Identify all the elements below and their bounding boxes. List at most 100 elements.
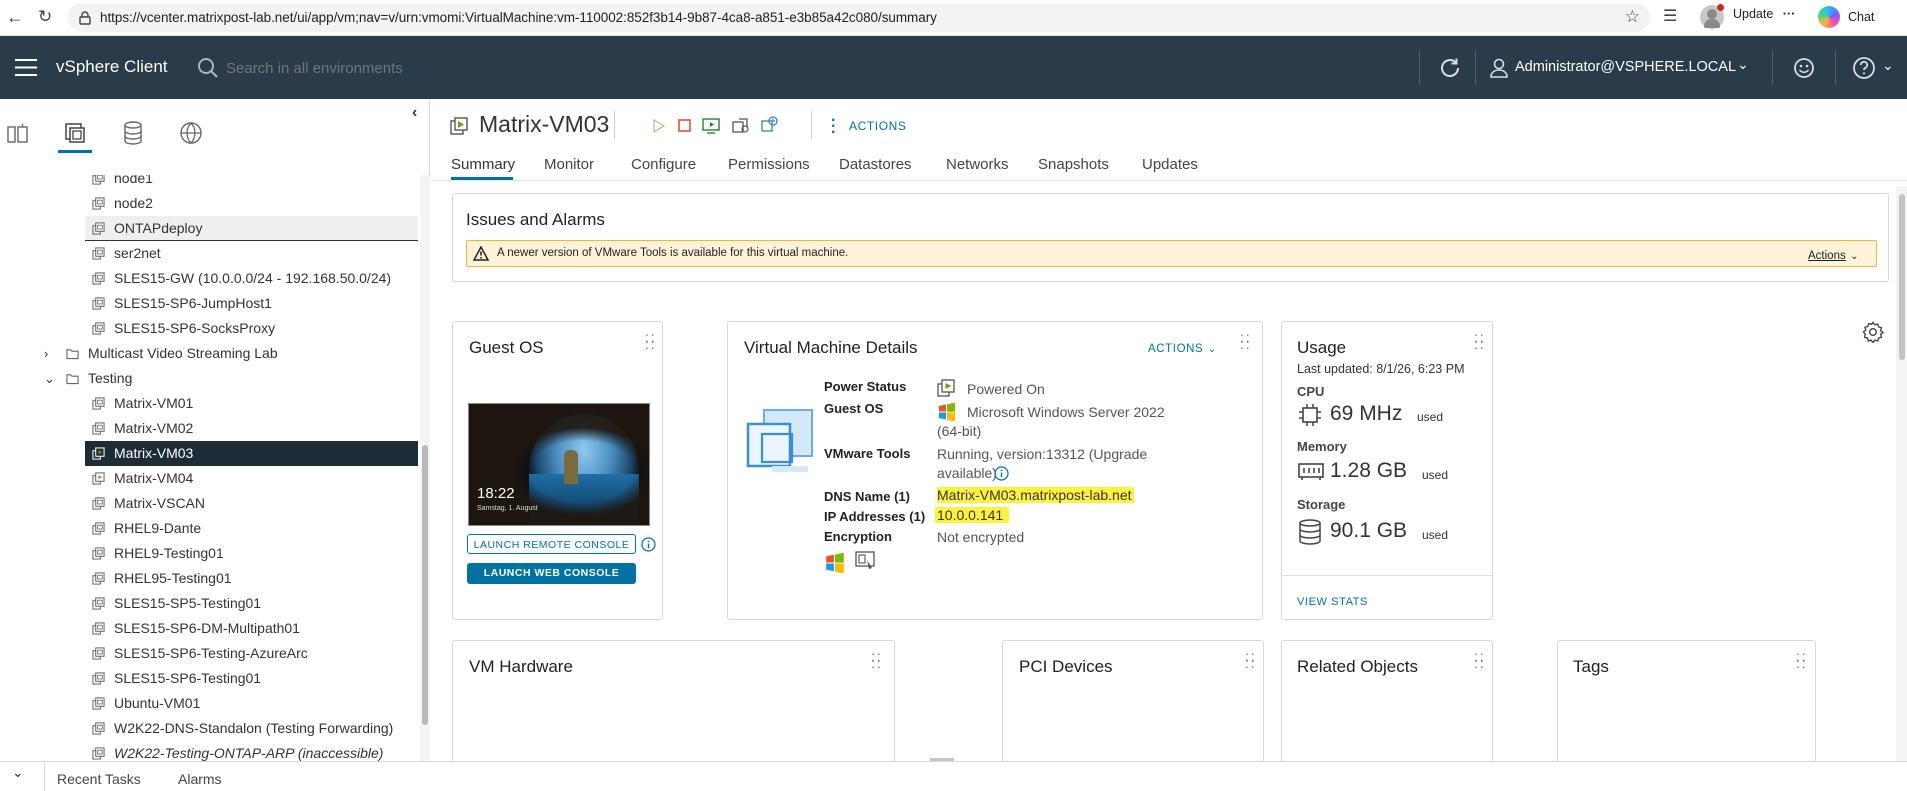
vmware-tools-alert: A newer version of VMware Tools is avail… bbox=[466, 240, 1877, 267]
drag-handle-icon[interactable]: : :: : bbox=[1474, 649, 1484, 670]
hosts-clusters-icon[interactable] bbox=[6, 123, 30, 145]
app-title[interactable]: vSphere Client bbox=[56, 57, 168, 77]
inventory-tree: node1 node2 ONTAPdeploy ser2net SLES15-GW (1… bbox=[0, 175, 420, 761]
main-scroll-thumb[interactable] bbox=[1899, 194, 1905, 360]
tree-item[interactable]: Matrix-VM01 bbox=[0, 391, 418, 416]
global-search-input[interactable] bbox=[226, 56, 786, 80]
main-scrollbar[interactable] bbox=[1896, 186, 1907, 761]
tree-item[interactable]: RHEL9-Testing01 bbox=[0, 541, 418, 566]
migrate-icon[interactable] bbox=[731, 116, 750, 134]
back-arrow-icon[interactable]: ← bbox=[6, 8, 24, 26]
tab-permissions[interactable]: Permissions bbox=[728, 156, 810, 173]
site-info-icon[interactable] bbox=[78, 11, 92, 25]
gear-icon[interactable] bbox=[1862, 321, 1884, 343]
tree-item[interactable]: node2 bbox=[0, 191, 418, 216]
collapse-sidebar-icon[interactable]: ‹ bbox=[412, 104, 417, 122]
tree-item[interactable]: W2K22-Testing-ONTAP-ARP (inaccessible) bbox=[0, 741, 418, 761]
sidebar-scrollbar[interactable] bbox=[420, 175, 430, 761]
sidebar-scroll-thumb[interactable] bbox=[422, 445, 428, 725]
bottom-panel-bar: ⌄ Recent Tasks Alarms bbox=[0, 758, 1907, 791]
chevron-down-icon[interactable]: ⌄ bbox=[44, 366, 55, 391]
star-icon[interactable]: ☆ bbox=[1625, 7, 1640, 27]
user-menu[interactable]: Administrator@VSPHERE.LOCAL ⌄ bbox=[1488, 54, 1756, 82]
tab-summary[interactable]: Summary bbox=[451, 156, 515, 173]
tree-item[interactable]: W2K22-DNS-Standalon (Testing Forwarding) bbox=[0, 716, 418, 741]
power-on-icon[interactable] bbox=[653, 119, 665, 133]
tree-item[interactable]: Matrix-VM02 bbox=[0, 416, 418, 441]
tab-monitor[interactable]: Monitor bbox=[544, 156, 594, 173]
tree-item-label: node2 bbox=[114, 195, 153, 211]
launch-web-console-button[interactable]: LAUNCH WEB CONSOLE bbox=[467, 563, 636, 584]
refresh-icon[interactable] bbox=[1438, 56, 1462, 80]
tree-item[interactable]: Ubuntu-VM01 bbox=[0, 691, 418, 716]
chevron-down-icon[interactable]: ⌄ bbox=[12, 764, 24, 781]
drag-handle-icon[interactable]: : :: : bbox=[645, 330, 655, 351]
tree-item[interactable]: SLES15-SP6-JumpHost1 bbox=[0, 291, 418, 316]
help-menu[interactable]: ⌄ bbox=[1852, 56, 1898, 80]
chat-button[interactable]: Chat bbox=[1818, 4, 1898, 30]
alert-actions-dropdown[interactable]: Actions ⌄ bbox=[1808, 246, 1868, 262]
tree-item[interactable]: SLES15-SP6-Testing01 bbox=[0, 666, 418, 691]
tree-item[interactable]: RHEL95-Testing01 bbox=[0, 566, 418, 591]
tab-networks[interactable]: Networks bbox=[946, 156, 1009, 173]
tree-item[interactable]: Matrix-VM03 bbox=[85, 441, 418, 466]
tree-item[interactable]: ONTAPdeploy bbox=[85, 216, 418, 241]
launch-console-icon[interactable] bbox=[702, 116, 720, 134]
drag-handle-icon[interactable]: : :: : bbox=[1240, 330, 1250, 351]
console-thumbnail[interactable]: 18:22 Samstag, 1. August bbox=[468, 403, 650, 526]
tree-item[interactable]: ser2net bbox=[0, 241, 418, 266]
storage-used-label: used bbox=[1422, 528, 1449, 542]
tab-snapshots[interactable]: Snapshots bbox=[1038, 156, 1109, 173]
view-stats-link[interactable]: VIEW STATS bbox=[1297, 596, 1368, 608]
panel-resize-handle[interactable] bbox=[930, 758, 954, 761]
tree-item[interactable]: › Multicast Video Streaming Lab bbox=[0, 341, 418, 366]
copilot-icon bbox=[1818, 6, 1840, 28]
vm-actions-menu[interactable]: ... ACTIONS bbox=[831, 108, 911, 137]
ip-address-value: 10.0.0.141 bbox=[935, 507, 1010, 523]
powered-on-icon bbox=[937, 379, 955, 397]
tree-item[interactable]: SLES15-SP6-Testing-AzureArc bbox=[0, 641, 418, 666]
encryption-label: Encryption bbox=[824, 529, 892, 544]
tree-item[interactable]: Matrix-VSCAN bbox=[0, 491, 418, 516]
favorites-icon[interactable]: ☰ bbox=[1663, 8, 1677, 26]
snapshot-icon[interactable] bbox=[760, 115, 779, 134]
info-icon[interactable] bbox=[994, 466, 1009, 481]
drag-handle-icon[interactable]: : :: : bbox=[1474, 330, 1484, 351]
drag-handle-icon[interactable]: : :: : bbox=[871, 649, 881, 670]
drag-handle-icon[interactable]: : :: : bbox=[1796, 649, 1806, 670]
tree-item[interactable]: SLES15-GW (10.0.0.0/24 - 192.168.50.0/24… bbox=[0, 266, 418, 291]
tree-item[interactable]: SLES15-SP6-SocksProxy bbox=[0, 316, 418, 341]
address-bar[interactable]: https://vcenter.matrixpost-lab.net/ui/ap… bbox=[68, 3, 1650, 32]
tree-item[interactable]: Matrix-VM04 bbox=[0, 466, 418, 491]
power-off-icon[interactable] bbox=[678, 119, 691, 132]
vm-details-actions-dropdown[interactable]: ACTIONS ⌄ bbox=[1148, 339, 1218, 355]
info-icon[interactable] bbox=[641, 537, 656, 552]
alarms-tab[interactable]: Alarms bbox=[178, 771, 222, 787]
tree-item[interactable]: SLES15-SP5-Testing01 bbox=[0, 591, 418, 616]
chevron-right-icon[interactable]: › bbox=[44, 341, 48, 366]
tree-item[interactable]: ⌄ Testing bbox=[0, 366, 418, 391]
vms-templates-icon[interactable] bbox=[63, 121, 87, 145]
search-icon[interactable] bbox=[197, 57, 219, 79]
reload-icon[interactable]: ↻ bbox=[38, 8, 52, 26]
chevron-down-icon: ⌄ bbox=[1850, 251, 1859, 262]
launch-remote-console-button[interactable]: LAUNCH REMOTE CONSOLE bbox=[467, 534, 636, 554]
tab-datastores[interactable]: Datastores bbox=[839, 156, 912, 173]
web-console-label: LAUNCH WEB CONSOLE bbox=[483, 567, 620, 579]
tree-item[interactable]: node1 bbox=[0, 175, 418, 191]
tree-item[interactable]: RHEL9-Dante bbox=[0, 516, 418, 541]
feedback-smiley-icon[interactable] bbox=[1793, 57, 1815, 79]
storage-icon[interactable] bbox=[122, 121, 144, 145]
hamburger-menu-icon[interactable] bbox=[15, 59, 37, 76]
networking-icon[interactable] bbox=[179, 121, 203, 145]
url-text[interactable]: https://vcenter.matrixpost-lab.net/ui/ap… bbox=[100, 10, 937, 25]
tab-configure[interactable]: Configure bbox=[631, 156, 696, 173]
memory-icon bbox=[1298, 463, 1324, 480]
tab-updates[interactable]: Updates bbox=[1142, 156, 1198, 173]
vertical-dots-icon: ... bbox=[831, 108, 836, 137]
drag-handle-icon[interactable]: : :: : bbox=[1245, 649, 1255, 670]
update-button[interactable]: Update ··· bbox=[1733, 7, 1795, 29]
tree-item[interactable]: SLES15-SP6-DM-Multipath01 bbox=[0, 616, 418, 641]
recent-tasks-tab[interactable]: Recent Tasks bbox=[57, 771, 141, 787]
profile-avatar[interactable] bbox=[1700, 4, 1724, 29]
